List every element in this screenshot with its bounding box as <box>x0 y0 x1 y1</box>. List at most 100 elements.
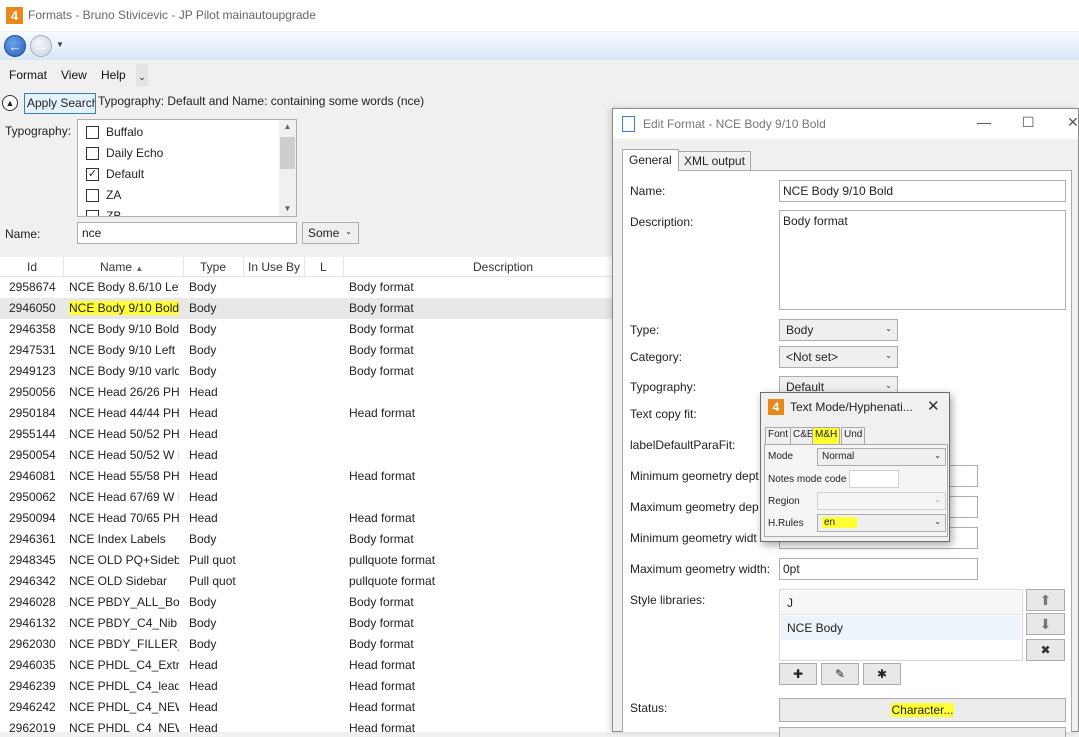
column-header-id[interactable]: Id <box>27 260 37 274</box>
table-row[interactable]: 2948345 NCE OLD PQ+Sideba Pull quot pullquo… <box>0 550 612 571</box>
apply-search-button[interactable]: Apply Search <box>24 93 96 114</box>
table-row[interactable]: 2962030 NCE PBDY_FILLER_M Body Body format <box>0 634 612 655</box>
table-row[interactable]: 2950062 NCE Head 67/69 W I Head <box>0 487 612 508</box>
menu-bar: Format View Help <box>0 64 610 86</box>
table-row[interactable]: 2946361 NCE Index Labels Body Body format <box>0 529 612 550</box>
table-row[interactable]: 2950094 NCE Head 70/65 PHI Head Head format <box>0 508 612 529</box>
typography-option[interactable]: Daily Echo <box>86 143 163 163</box>
cell-type: Head <box>189 490 218 504</box>
table-row[interactable]: 2946342 NCE OLD Sidebar Pull quot pullquote… <box>0 571 612 592</box>
scroll-up-icon[interactable]: ▲ <box>279 122 296 131</box>
notes-mode-code-input[interactable] <box>849 470 899 488</box>
table-row[interactable]: 2955144 NCE Head 50/52 PHI Head <box>0 424 612 445</box>
list-item[interactable]: NCE Body <box>781 616 1021 640</box>
close-icon[interactable]: ✕ <box>1067 114 1079 131</box>
cell-name: NCE PBDY_ALL_Body <box>69 595 179 609</box>
table-row[interactable]: 2949123 NCE Body 9/10 varld Body Body forma… <box>0 361 612 382</box>
column-header-l[interactable]: L <box>320 260 327 274</box>
cell-id: 2946050 <box>9 301 56 315</box>
popup-panel: Mode Normal ⌄ Notes mode code Region ⌄ H.… <box>764 444 948 537</box>
tab-font[interactable]: Font <box>765 427 792 444</box>
paragraph-button[interactable] <box>779 727 1066 737</box>
typography-option[interactable]: ZB <box>86 206 121 216</box>
menu-help[interactable]: Help <box>101 68 126 82</box>
region-select[interactable]: ⌄ <box>817 492 946 510</box>
typography-option[interactable]: ZA <box>86 185 121 205</box>
typography-scrollbar[interactable]: ▲ ▼ <box>279 120 296 216</box>
tab-m-and-h[interactable]: M&H <box>812 427 841 444</box>
type-select[interactable]: Body ⌄ <box>779 319 898 341</box>
cell-id: 2946035 <box>9 658 56 672</box>
checkbox-checked[interactable]: ✓ <box>86 167 99 181</box>
cell-name: NCE OLD PQ+Sideba <box>69 553 179 567</box>
table-row[interactable]: 2946132 NCE PBDY_C4_Nib Body Body format <box>0 613 612 634</box>
table-row[interactable]: 2946028 NCE PBDY_ALL_Body Body Body format <box>0 592 612 613</box>
tab-general[interactable]: General <box>622 149 679 171</box>
cell-description: Body format <box>349 322 414 336</box>
cell-id: 2950054 <box>9 448 56 462</box>
table-row[interactable]: 2946239 NCE PHDL_C4_lead_ Head Head format <box>0 676 612 697</box>
description-field[interactable]: Body format <box>779 210 1066 310</box>
character-button[interactable]: Character... <box>779 698 1066 722</box>
column-header-in-use-by[interactable]: In Use By <box>248 260 300 274</box>
name-search-input[interactable]: nce <box>77 222 297 244</box>
cell-name: NCE Head 50/52 PHI <box>69 427 179 441</box>
table-row[interactable]: 2946358 NCE Body 9/10 Bold Body Body format <box>0 319 612 340</box>
table-row[interactable]: 2946050 NCE Body 9/10 Bold Body Body format <box>0 298 612 319</box>
menu-view[interactable]: View <box>61 68 87 82</box>
table-row[interactable]: 2950054 NCE Head 50/52 W I Head <box>0 445 612 466</box>
tab-und[interactable]: Und <box>841 427 866 444</box>
history-dropdown-icon[interactable]: ▼ <box>56 40 64 49</box>
cell-name: NCE Body 9/10 Bold <box>69 301 179 315</box>
checkbox[interactable] <box>86 146 99 160</box>
checkbox[interactable] <box>86 125 99 139</box>
scroll-down-icon[interactable]: ▼ <box>279 204 296 213</box>
table-row[interactable]: 2958674 NCE Body 8.6/10 Lef Body Body forma… <box>0 277 612 298</box>
category-select[interactable]: <Not set> ⌄ <box>779 346 898 368</box>
column-header-description[interactable]: Description <box>473 260 533 274</box>
move-up-icon[interactable]: ⬆ <box>1026 589 1065 611</box>
max-geometry-width-field[interactable]: 0pt <box>779 558 978 580</box>
table-row[interactable]: 2946242 NCE PHDL_C4_NEWS Head Head format <box>0 697 612 718</box>
minimize-icon[interactable]: — <box>977 114 991 130</box>
cell-name: NCE Body 9/10 varld <box>69 364 179 378</box>
table-row[interactable]: 2946081 NCE Head 55/58 PHI Head Head format <box>0 466 612 487</box>
table-row[interactable]: 2946035 NCE PHDL_C4_Extra_ Head Head format <box>0 655 612 676</box>
new-library-icon[interactable]: ✱ <box>863 663 901 685</box>
list-item[interactable]: J <box>781 591 1021 615</box>
edit-title-bar: Edit Format - NCE Body 9/10 Bold — ☐ ✕ <box>613 109 1079 139</box>
hrules-select[interactable]: en ⌄ <box>817 514 946 532</box>
remove-library-icon[interactable]: ✖ <box>1026 639 1065 661</box>
style-libraries-list[interactable]: J NCE Body <box>779 589 1023 661</box>
scroll-thumb[interactable] <box>280 137 295 169</box>
cell-id: 2962030 <box>9 637 56 651</box>
checkbox[interactable] <box>86 188 99 202</box>
mode-select[interactable]: Normal ⌄ <box>817 448 946 466</box>
forward-arrow-icon[interactable]: → <box>30 35 52 57</box>
edit-window-title: Edit Format - NCE Body 9/10 Bold <box>643 117 826 131</box>
typography-option[interactable]: ✓ Default <box>86 164 144 184</box>
typography-list[interactable]: Buffalo Daily Echo ✓ Default ZA ZB ▲ ▼ <box>77 119 297 217</box>
typography-option[interactable]: Buffalo <box>86 122 143 142</box>
table-row[interactable]: 2950184 NCE Head 44/44 PHI Head Head format <box>0 403 612 424</box>
column-header-type[interactable]: Type <box>200 260 226 274</box>
tab-xml-output[interactable]: XML output <box>678 151 751 171</box>
name-field[interactable]: NCE Body 9/10 Bold <box>779 180 1066 202</box>
edit-library-icon[interactable]: ✎ <box>821 663 859 685</box>
add-library-icon[interactable]: ✚ <box>779 663 817 685</box>
move-down-icon[interactable]: ⬇ <box>1026 613 1065 635</box>
back-arrow-icon[interactable]: ← <box>4 35 26 57</box>
collapse-icon[interactable]: ▲ <box>2 95 18 111</box>
column-header-name[interactable]: Name ▲ <box>100 260 143 274</box>
menu-format[interactable]: Format <box>9 68 47 82</box>
menu-overflow-icon[interactable]: ⌄ <box>136 64 148 86</box>
cell-id: 2949123 <box>9 364 56 378</box>
checkbox[interactable] <box>86 209 99 216</box>
table-row[interactable]: 2962019 NCE PHDL_C4_NEWS Head Head format <box>0 718 612 732</box>
maximize-icon[interactable]: ☐ <box>1022 114 1035 131</box>
table-row[interactable]: 2947531 NCE Body 9/10 Left Body Body format <box>0 340 612 361</box>
table-row[interactable]: 2950056 NCE Head 26/26 PHI Head <box>0 382 612 403</box>
match-mode-select[interactable]: Some ⌄ <box>302 222 359 244</box>
chevron-down-icon: ⌄ <box>934 517 941 526</box>
close-icon[interactable]: ✕ <box>927 397 940 415</box>
